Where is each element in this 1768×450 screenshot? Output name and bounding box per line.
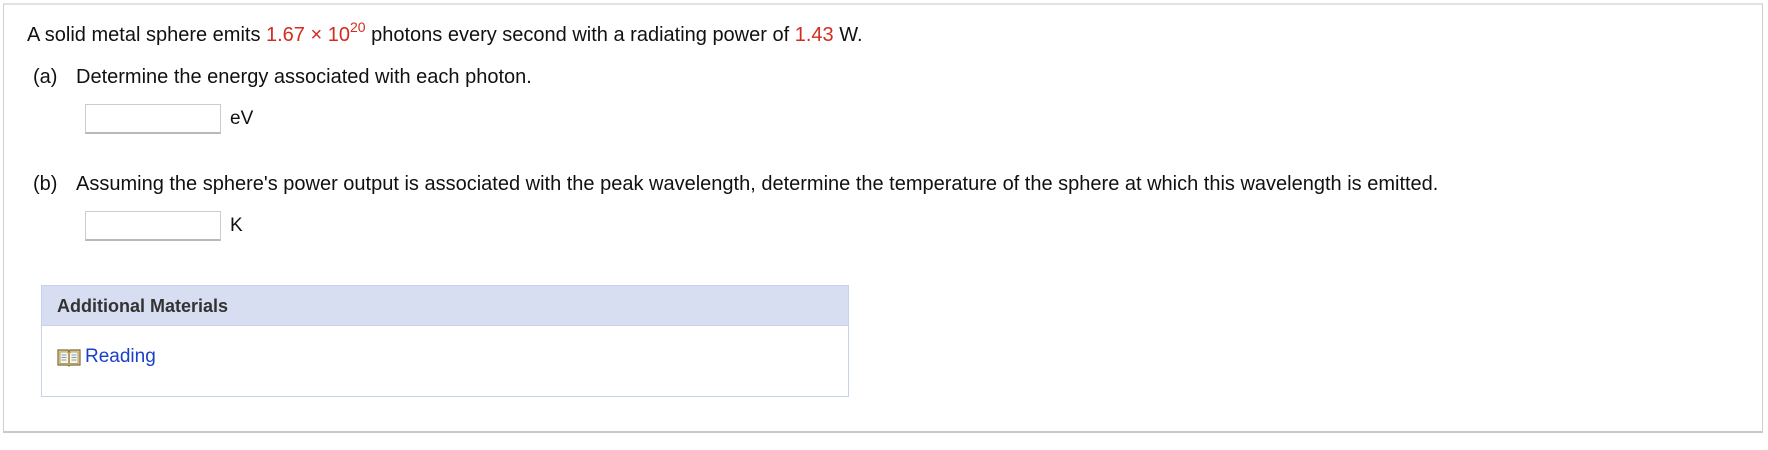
reading-link-label: Reading [85, 346, 156, 367]
part-b-text: Assuming the sphere's power output is as… [76, 173, 1439, 195]
part-b-label: (b) [33, 173, 58, 195]
part-a-answer-input[interactable] [85, 104, 221, 134]
power-value: 1.43 [794, 24, 834, 46]
part-a-text: Determine the energy associated with eac… [76, 66, 532, 88]
photon-base: 10 [327, 24, 350, 46]
part-b-unit: K [230, 215, 243, 236]
part-a-unit: eV [230, 108, 254, 129]
additional-materials-title: Additional Materials [42, 286, 848, 326]
additional-materials-box: Additional Materials Reading [41, 285, 849, 397]
part-a-label: (a) [33, 66, 58, 88]
part-b-answer-input[interactable] [85, 211, 221, 241]
question-middle: photons every second with a radiating po… [365, 24, 795, 46]
photon-exponent: 20 [349, 19, 366, 35]
power-unit: W. [833, 24, 863, 46]
reading-link[interactable]: Reading [56, 345, 156, 369]
question-prefix: A solid metal sphere emits [27, 24, 266, 46]
question-text: A solid metal sphere emits 1.67 × 1020 p… [27, 19, 863, 48]
additional-materials-body: Reading [42, 326, 848, 396]
photon-mantissa: 1.67 [266, 24, 305, 46]
times-sign: × [304, 24, 328, 46]
question-panel: A solid metal sphere emits 1.67 × 1020 p… [3, 3, 1763, 433]
photon-count-value: 1.67 × 1020 [266, 19, 366, 46]
book-icon [56, 346, 82, 368]
